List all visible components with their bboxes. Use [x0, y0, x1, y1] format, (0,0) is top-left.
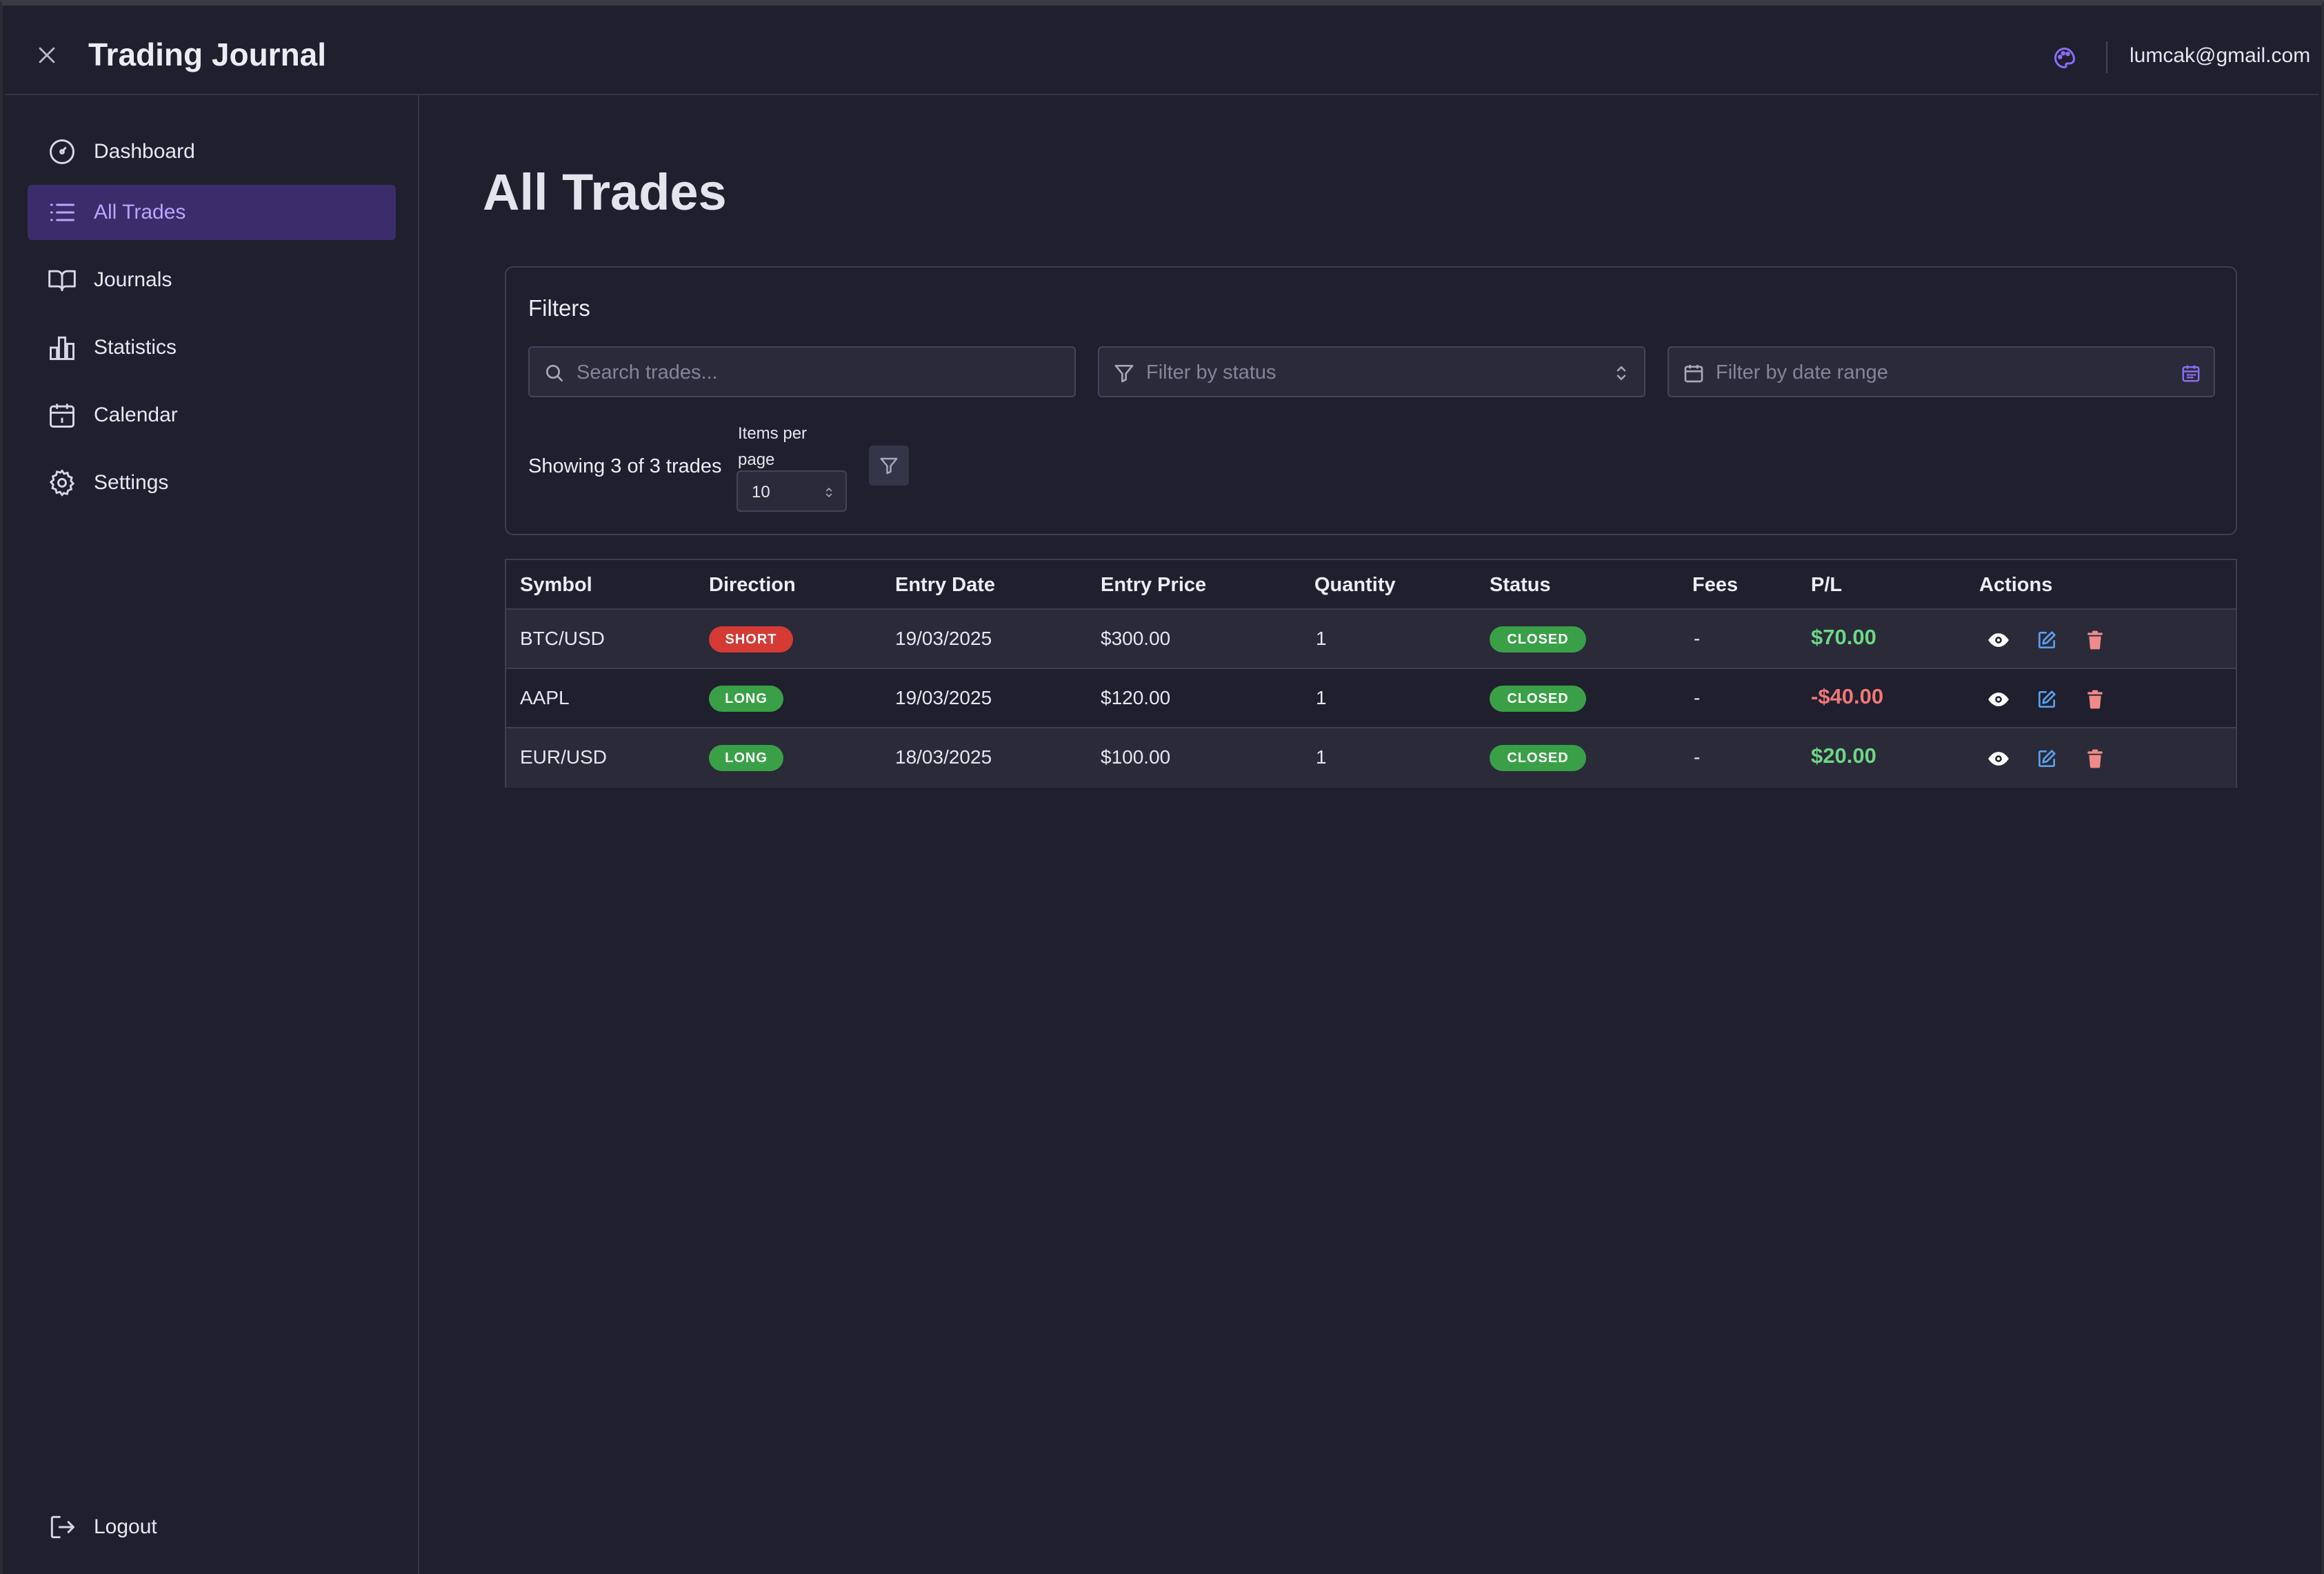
sidebar: Dashboard All Trades Journals Statistics… — [6, 95, 419, 1574]
calendar-icon — [50, 404, 74, 428]
logout-button[interactable]: Logout — [28, 1500, 396, 1555]
delete-icon[interactable] — [2081, 686, 2109, 713]
cell-symbol: BTC/USD — [520, 628, 605, 649]
edit-icon[interactable] — [2033, 745, 2061, 773]
sidebar-item-label: All Trades — [94, 201, 186, 223]
column-header-status[interactable]: Status — [1490, 574, 1551, 597]
logout-label: Logout — [94, 1515, 157, 1538]
cell-fees: - — [1694, 628, 1701, 649]
cell-quantity: 1 — [1316, 746, 1327, 768]
column-header-entry-date[interactable]: Entry Date — [895, 574, 995, 597]
filters-title: Filters — [528, 295, 590, 321]
sidebar-item-label: Statistics — [94, 336, 177, 359]
search-icon — [546, 365, 563, 381]
calendar-picker-icon[interactable] — [2181, 363, 2201, 383]
column-header-direction[interactable]: Direction — [709, 574, 796, 597]
cell-fees: - — [1694, 687, 1701, 708]
sidebar-item-label: Dashboard — [94, 140, 195, 163]
table-row[interactable]: BTC/USD SHORT 19/03/2025 $300.00 1 CLOSE… — [506, 610, 2236, 669]
column-header-pl[interactable]: P/L — [1811, 574, 1842, 597]
table-header: Symbol Direction Entry Date Entry Price … — [506, 560, 2236, 610]
view-icon[interactable] — [1985, 745, 2012, 773]
cell-quantity: 1 — [1316, 628, 1327, 649]
page-title: All Trades — [483, 163, 727, 221]
search-field — [528, 346, 1076, 397]
gear-icon — [49, 469, 75, 497]
list-icon — [50, 203, 74, 221]
direction-badge: LONG — [709, 745, 783, 771]
date-range-field[interactable] — [1667, 346, 2215, 397]
sidebar-item-journals[interactable]: Journals — [28, 252, 396, 308]
cell-fees: - — [1694, 746, 1701, 768]
items-per-page-label: Items per page — [738, 424, 808, 469]
filters-card: Filters Showing 3 of 3 trades Items per … — [505, 266, 2237, 535]
cell-symbol: AAPL — [520, 687, 570, 708]
sidebar-item-label: Calendar — [94, 404, 178, 426]
gauge-icon — [50, 139, 74, 164]
table-row[interactable]: AAPL LONG 19/03/2025 $120.00 1 CLOSED - … — [506, 669, 2236, 728]
column-header-entry-price[interactable]: Entry Price — [1101, 574, 1206, 597]
table-row[interactable]: EUR/USD LONG 18/03/2025 $100.00 1 CLOSED… — [506, 728, 2236, 788]
view-icon[interactable] — [1985, 626, 2012, 654]
sidebar-item-statistics[interactable]: Statistics — [28, 320, 396, 375]
trades-table: Symbol Direction Entry Date Entry Price … — [505, 559, 2237, 788]
results-count: Showing 3 of 3 trades — [528, 455, 722, 477]
app-title: Trading Journal — [88, 37, 327, 72]
logout-icon — [50, 1515, 74, 1539]
cell-entry-price: $300.00 — [1101, 628, 1171, 649]
sidebar-item-label: Settings — [94, 471, 169, 494]
status-badge: CLOSED — [1490, 686, 1586, 712]
cell-entry-date: 19/03/2025 — [895, 628, 992, 649]
app-window: Trading Journal lumcak@gmail.com Dashboa… — [0, 0, 2324, 1574]
sidebar-item-calendar[interactable]: Calendar — [28, 388, 396, 443]
cell-pl: $20.00 — [1811, 744, 1876, 768]
calendar-icon — [1684, 365, 1703, 383]
cell-quantity: 1 — [1316, 687, 1327, 708]
filter-icon — [880, 457, 898, 475]
sidebar-item-settings[interactable]: Settings — [28, 455, 396, 510]
edit-icon[interactable] — [2033, 626, 2061, 654]
chevron-updown-icon — [1616, 366, 1626, 381]
column-header-quantity[interactable]: Quantity — [1314, 574, 1396, 597]
top-header: Trading Journal lumcak@gmail.com — [6, 11, 2318, 95]
chevron-updown-icon — [825, 487, 832, 498]
sidebar-item-label: Journals — [94, 268, 172, 291]
sidebar-item-all-trades[interactable]: All Trades — [28, 185, 396, 240]
status-filter-input[interactable] — [1146, 359, 1615, 386]
sidebar-item-dashboard[interactable]: Dashboard — [28, 124, 396, 179]
edit-icon[interactable] — [2033, 686, 2061, 713]
header-divider — [2106, 41, 2107, 73]
filter-icon — [1114, 365, 1134, 383]
direction-badge: LONG — [709, 686, 783, 712]
column-header-fees[interactable]: Fees — [1692, 574, 1738, 597]
direction-badge: SHORT — [709, 626, 793, 652]
cell-pl: $70.00 — [1811, 625, 1876, 649]
cell-symbol: EUR/USD — [520, 746, 608, 768]
book-icon — [48, 270, 76, 292]
date-range-input[interactable] — [1716, 359, 2185, 386]
search-input[interactable] — [577, 359, 1045, 386]
cell-entry-price: $120.00 — [1101, 687, 1171, 708]
close-icon[interactable] — [33, 41, 61, 69]
bar-chart-icon — [50, 336, 74, 360]
palette-icon[interactable] — [2051, 44, 2078, 72]
filter-toggle-button[interactable] — [869, 446, 909, 486]
status-filter-select[interactable] — [1098, 346, 1645, 397]
items-per-page-select[interactable]: 10 — [737, 470, 847, 512]
delete-icon[interactable] — [2081, 745, 2109, 773]
status-badge: CLOSED — [1490, 626, 1586, 652]
column-header-actions: Actions — [1979, 574, 2053, 596]
column-header-symbol[interactable]: Symbol — [520, 574, 592, 597]
cell-entry-date: 19/03/2025 — [895, 687, 992, 708]
cell-entry-date: 18/03/2025 — [895, 746, 992, 768]
delete-icon[interactable] — [2081, 626, 2109, 654]
user-email[interactable]: lumcak@gmail.com — [2130, 44, 2310, 68]
cell-entry-price: $100.00 — [1101, 746, 1171, 768]
items-per-page-value: 10 — [752, 483, 770, 501]
view-icon[interactable] — [1985, 686, 2012, 713]
cell-pl: -$40.00 — [1811, 684, 1884, 708]
status-badge: CLOSED — [1490, 745, 1586, 771]
